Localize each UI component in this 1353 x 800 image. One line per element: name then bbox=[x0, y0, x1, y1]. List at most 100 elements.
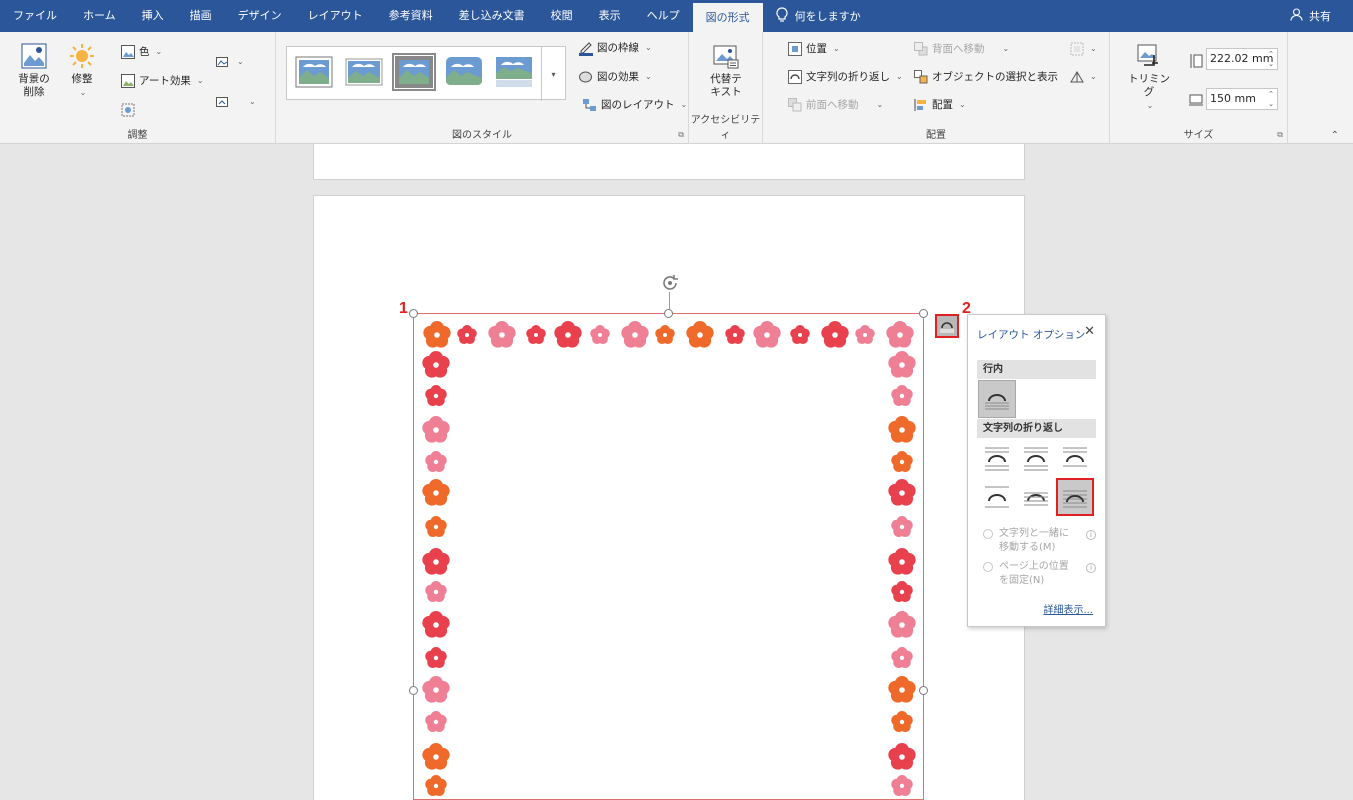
wrap-top-bottom-option[interactable] bbox=[978, 478, 1016, 516]
style-thumbnail[interactable] bbox=[345, 56, 383, 88]
arrange-group-label: 配置 bbox=[926, 130, 946, 141]
art-effects-label: アート効果 bbox=[139, 75, 191, 87]
transparency-icon bbox=[120, 102, 135, 117]
compress-pictures-button[interactable]: ⌄ bbox=[216, 54, 244, 69]
style-thumbnail[interactable] bbox=[445, 56, 483, 88]
resize-handle-top-right[interactable] bbox=[919, 309, 928, 318]
inline-with-text-option[interactable] bbox=[978, 380, 1016, 418]
corrections-button[interactable]: 修整 ⌄ bbox=[62, 42, 102, 99]
rotate-icon bbox=[1069, 69, 1084, 84]
align-button[interactable]: 配置 ⌄ bbox=[913, 97, 966, 112]
picture-effects-button[interactable]: 図の効果 ⌄ bbox=[578, 69, 652, 84]
tab-insert[interactable]: 挿入 bbox=[129, 0, 177, 32]
height-value: 222.02 mm bbox=[1210, 52, 1274, 65]
resize-handle-left[interactable] bbox=[409, 686, 418, 695]
picture-layout-button[interactable]: 図のレイアウト ⌄ bbox=[582, 97, 687, 112]
style-thumbnail[interactable] bbox=[392, 53, 436, 91]
transparency-button[interactable] bbox=[120, 102, 135, 117]
tab-layout[interactable]: レイアウト bbox=[295, 0, 376, 32]
popup-title: レイアウト オプション bbox=[977, 329, 1086, 341]
width-spinner[interactable]: ⌃ ⌄ bbox=[1266, 89, 1276, 109]
see-more-link[interactable]: 詳細表示... bbox=[1043, 601, 1093, 616]
art-effects-icon bbox=[120, 73, 135, 88]
wrap-square-option[interactable] bbox=[978, 439, 1016, 477]
fix-on-page-radio[interactable]: ページ上の位置を固定(N) bbox=[983, 560, 1078, 588]
crop-label: トリミング bbox=[1128, 73, 1170, 98]
wrap-through-option[interactable] bbox=[1056, 439, 1094, 477]
selection-pane-button[interactable]: オブジェクトの選択と表示 bbox=[913, 69, 1058, 84]
picture-styles-group-label: 図のスタイル bbox=[452, 130, 512, 141]
tab-design[interactable]: デザイン bbox=[225, 0, 295, 32]
tab-mailings[interactable]: 差し込み文書 bbox=[446, 0, 538, 32]
picture-border-button[interactable]: 図の枠線 ⌄ bbox=[578, 40, 652, 56]
share-button[interactable]: 共有 bbox=[1290, 0, 1331, 32]
send-backward-button[interactable]: 背面へ移動 ⌄ bbox=[913, 41, 1009, 56]
style-thumbnail[interactable] bbox=[295, 56, 333, 88]
wrap-in-front-of-text-option[interactable] bbox=[1056, 478, 1094, 516]
tell-me-search[interactable]: 何をしますか bbox=[763, 0, 873, 32]
resize-handle-top-left[interactable] bbox=[409, 309, 418, 318]
ribbon-tab-bar: ファイル ホーム 挿入 描画 デザイン レイアウト 参考資料 差し込み文書 校閲… bbox=[0, 0, 1353, 32]
selection-pane-icon bbox=[913, 69, 928, 84]
crop-icon bbox=[1135, 42, 1163, 70]
size-group-label: サイズ bbox=[1183, 130, 1214, 141]
tab-references[interactable]: 参考資料 bbox=[376, 0, 446, 32]
tab-review[interactable]: 校閲 bbox=[538, 0, 586, 32]
info-icon[interactable]: i bbox=[1086, 563, 1096, 573]
chevron-down-icon: ⌄ bbox=[1002, 44, 1010, 53]
width-input[interactable]: 150 mm ⌃ ⌄ bbox=[1206, 88, 1278, 110]
collapse-ribbon-icon[interactable]: ⌃ bbox=[1331, 130, 1339, 141]
tab-picture-format[interactable]: 図の形式 bbox=[692, 3, 763, 32]
resize-handle-top[interactable] bbox=[664, 309, 673, 318]
corrections-label: 修整 bbox=[71, 73, 93, 85]
rotate-icon[interactable] bbox=[659, 272, 681, 294]
picture-selection-frame[interactable] bbox=[413, 313, 924, 800]
wrap-text-label: 文字列の折り返し bbox=[806, 71, 890, 83]
reset-picture-button[interactable]: ⌄ bbox=[216, 94, 256, 109]
wrap-behind-text-option[interactable] bbox=[1017, 478, 1055, 516]
chevron-down-icon: ⌄ bbox=[645, 43, 652, 52]
remove-background-label: 背景の削除 bbox=[18, 73, 50, 98]
group-objects-icon bbox=[1069, 41, 1084, 56]
info-icon[interactable]: i bbox=[1086, 530, 1096, 540]
send-backward-icon bbox=[913, 41, 928, 56]
tab-help[interactable]: ヘルプ bbox=[634, 0, 693, 32]
dialog-launcher-icon[interactable]: ⧉ bbox=[678, 130, 684, 140]
group-objects-button[interactable]: ⌄ bbox=[1069, 41, 1097, 56]
alt-text-button[interactable]: 代替テキスト bbox=[701, 42, 751, 99]
wrap-top-bottom-icon bbox=[985, 486, 1009, 508]
style-thumbnail[interactable] bbox=[495, 56, 533, 88]
remove-background-button[interactable]: 背景の削除 bbox=[12, 42, 56, 99]
send-backward-label: 背面へ移動 bbox=[932, 43, 985, 55]
art-effects-button[interactable]: アート効果 ⌄ bbox=[120, 73, 204, 88]
resize-handle-right[interactable] bbox=[919, 686, 928, 695]
wrap-tight-option[interactable] bbox=[1017, 439, 1055, 477]
layout-options-icon bbox=[939, 317, 955, 336]
layout-options-button[interactable] bbox=[935, 314, 959, 338]
bring-forward-button[interactable]: 前面へ移動 ⌄ bbox=[787, 97, 883, 112]
tab-draw[interactable]: 描画 bbox=[177, 0, 225, 32]
chevron-down-icon: ⌄ bbox=[645, 72, 652, 81]
inline-section-header: 行内 bbox=[977, 360, 1096, 379]
selection-pane-label: オブジェクトの選択と表示 bbox=[932, 71, 1058, 83]
height-input[interactable]: 222.02 mm ⌃ ⌄ bbox=[1206, 48, 1278, 70]
picture-styles-gallery: ▾ bbox=[286, 46, 566, 101]
move-with-text-label: 文字列と一緒に移動する(M) bbox=[999, 528, 1069, 553]
layout-options-popup: レイアウト オプション ✕ 行内 文字列の折り返し 文字列と一緒に移動する(M)… bbox=[967, 314, 1106, 627]
wrap-section-header: 文字列の折り返し bbox=[977, 419, 1096, 438]
rotate-objects-button[interactable]: ⌄ bbox=[1069, 69, 1097, 84]
close-icon[interactable]: ✕ bbox=[1084, 324, 1095, 339]
move-with-text-radio[interactable]: 文字列と一緒に移動する(M) bbox=[983, 527, 1078, 555]
dialog-launcher-icon[interactable]: ⧉ bbox=[1277, 130, 1283, 140]
tab-home[interactable]: ホーム bbox=[70, 0, 129, 32]
gallery-more-button[interactable]: ▾ bbox=[541, 47, 565, 101]
crop-button[interactable]: トリミング ⌄ bbox=[1124, 42, 1174, 112]
color-button[interactable]: 色 ⌄ bbox=[120, 44, 162, 59]
wrap-tight-icon bbox=[1024, 447, 1048, 471]
tab-file[interactable]: ファイル bbox=[0, 0, 70, 32]
wrap-text-button[interactable]: 文字列の折り返し ⌄ bbox=[787, 69, 903, 84]
ribbon: 背景の削除 修整 ⌄ 色 ⌄ アート効果 ⌄ ⌄ ⌄ 調整 図のスタイル ⧉ ▾… bbox=[0, 32, 1353, 144]
height-spinner[interactable]: ⌃ ⌄ bbox=[1266, 49, 1276, 69]
position-button[interactable]: 位置 ⌄ bbox=[787, 41, 840, 56]
tab-view[interactable]: 表示 bbox=[586, 0, 634, 32]
